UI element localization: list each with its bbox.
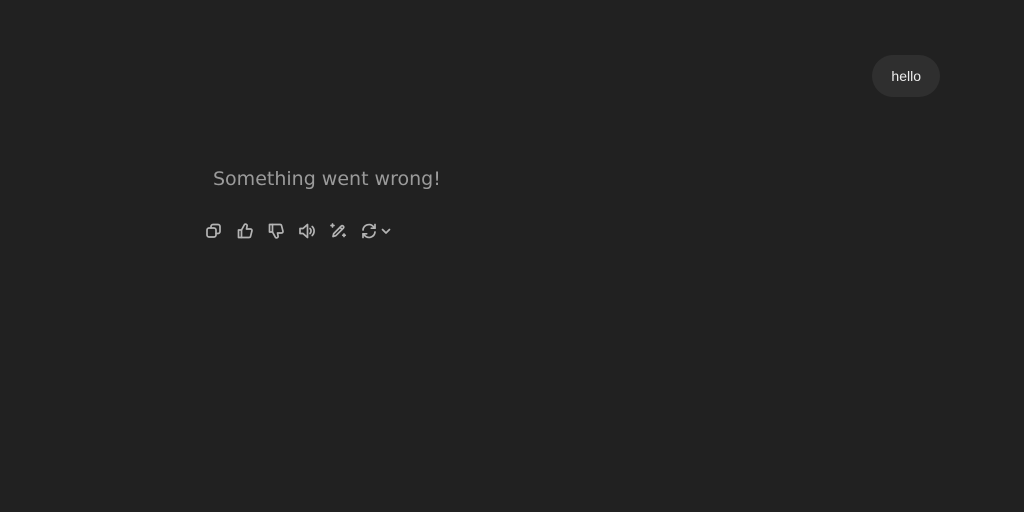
chat-thread: hello Something went wrong! — [0, 0, 1024, 512]
message-action-bar — [198, 216, 393, 246]
bad-response-button[interactable] — [260, 216, 291, 246]
user-message-bubble: hello — [872, 55, 940, 97]
assistant-error-message: Something went wrong! — [213, 168, 441, 190]
user-message-text: hello — [891, 68, 921, 84]
refresh-icon — [362, 223, 376, 239]
good-response-button[interactable] — [229, 216, 260, 246]
edit-button[interactable] — [322, 216, 353, 246]
chevron-down-icon — [381, 228, 391, 234]
thumbs-down-icon — [268, 223, 284, 239]
pencil-sparkle-icon — [329, 223, 346, 238]
read-aloud-button[interactable] — [291, 216, 322, 246]
thumbs-up-icon — [237, 223, 253, 239]
speaker-icon — [298, 223, 315, 239]
regenerate-button[interactable] — [353, 216, 393, 246]
copy-icon — [205, 223, 221, 238]
copy-button[interactable] — [198, 216, 229, 246]
